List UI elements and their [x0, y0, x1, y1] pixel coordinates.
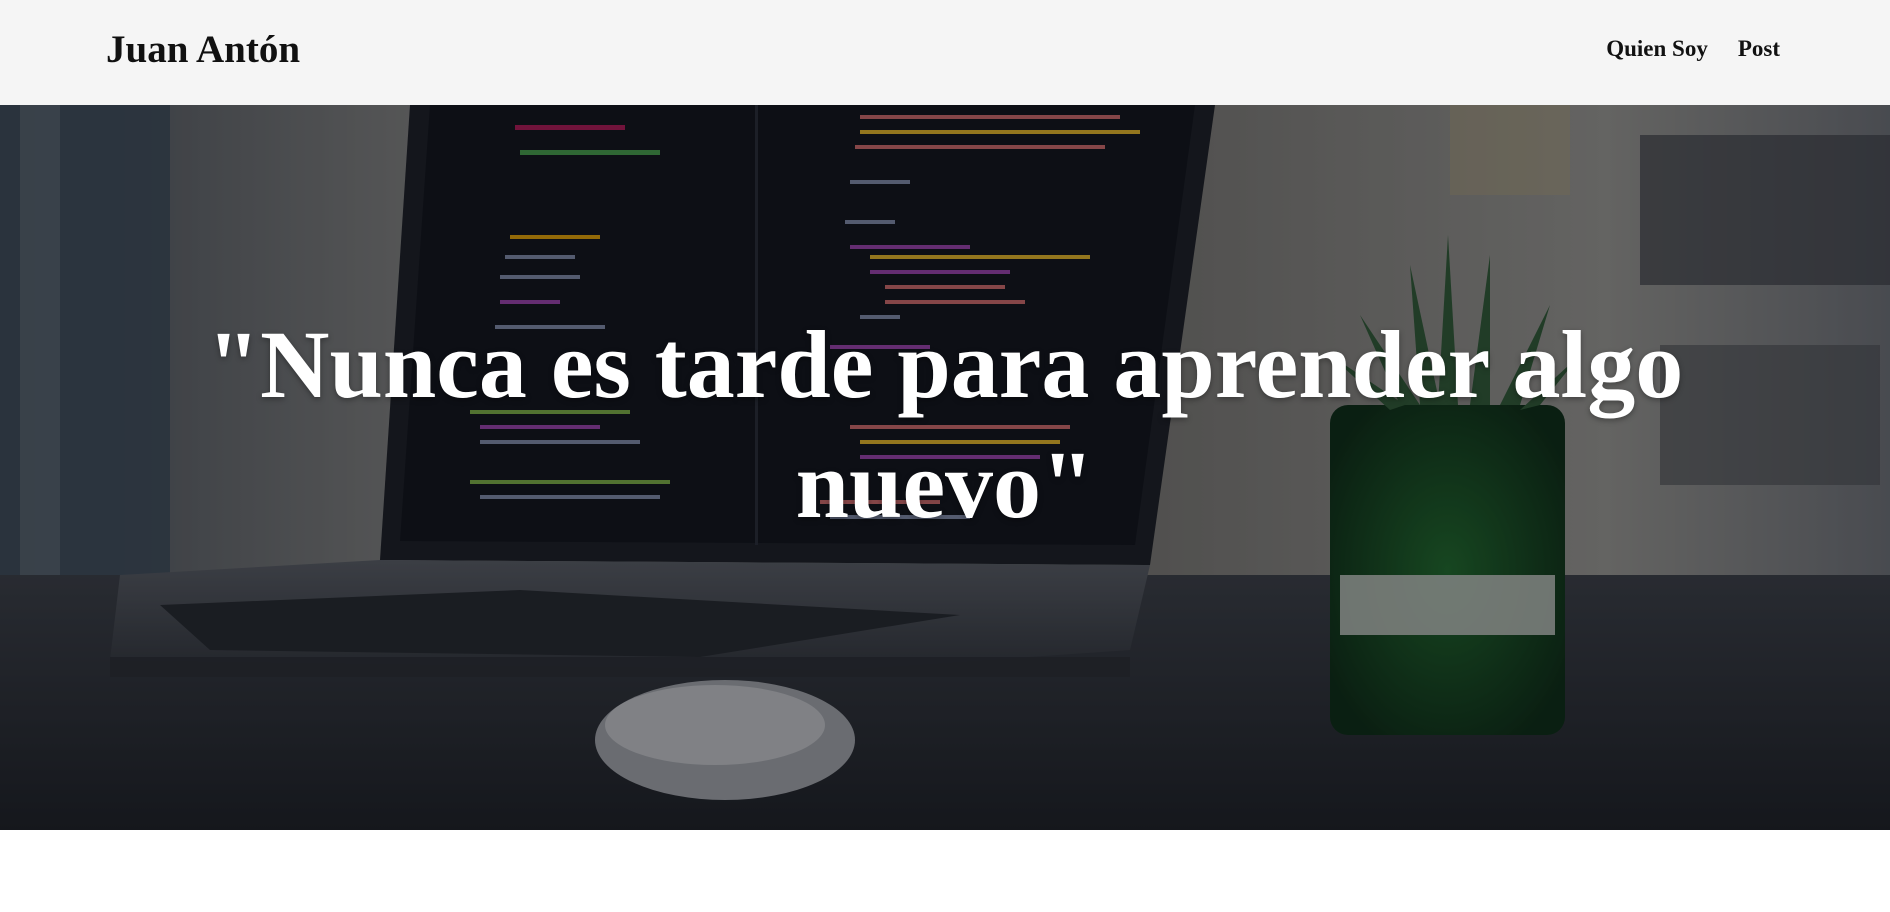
- nav-link-quien-soy[interactable]: Quien Soy: [1606, 34, 1708, 64]
- main-nav: Quien Soy Post: [1606, 34, 1780, 64]
- site-header: Juan Antón Quien Soy Post: [0, 0, 1890, 105]
- hero-banner: "Nunca es tarde para aprender algo nuevo…: [0, 105, 1890, 830]
- nav-link-post[interactable]: Post: [1738, 34, 1780, 64]
- hero-quote: "Nunca es tarde para aprender algo nuevo…: [206, 311, 1684, 538]
- site-brand-link[interactable]: Juan Antón: [106, 26, 300, 74]
